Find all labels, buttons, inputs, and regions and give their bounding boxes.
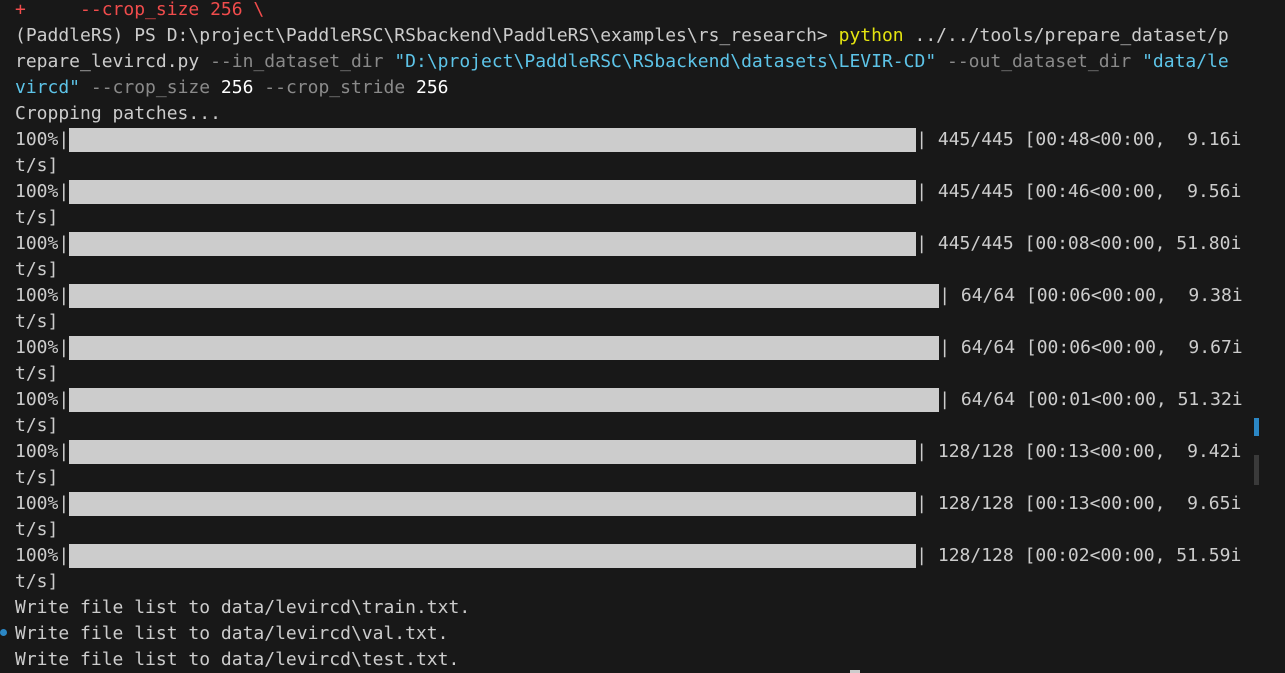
progress-wrap-line: t/s] (15, 519, 59, 540)
flag-crop-size: --crop_size (80, 77, 221, 98)
progress-bar-track (69, 335, 940, 361)
progress-wrap-line: t/s] (15, 259, 59, 280)
progress-row: 100%| | 128/128 [00:13<00:00, 9.42i (15, 439, 1285, 465)
progress-percent: 100%| (15, 441, 70, 462)
value-in-dataset-dir: "D:\project\PaddleRSC\RSbackend\datasets… (394, 51, 937, 72)
continuation-text: --crop_size 256 \ (80, 0, 265, 20)
progress-percent: 100%| (15, 389, 70, 410)
progress-stats: | 128/128 [00:13<00:00, 9.42i (916, 441, 1242, 462)
progress-row: 100%| | 445/445 [00:46<00:00, 9.56i (15, 179, 1285, 205)
progress-row: 100%| | 64/64 [00:01<00:00, 51.32i (15, 387, 1285, 413)
progress-wrap-line: t/s] (15, 415, 59, 436)
write-line-train: Write file list to data/levircd\train.tx… (15, 597, 471, 618)
progress-bar-fill (69, 440, 917, 464)
progress-stats: | 64/64 [00:01<00:00, 51.32i (939, 389, 1243, 410)
progress-bar-track (69, 231, 917, 257)
progress-row: 100%| | 445/445 [00:48<00:00, 9.16i (15, 127, 1285, 153)
progress-stats: | 64/64 [00:06<00:00, 9.38i (939, 285, 1243, 306)
progress-wrap-line: t/s] (15, 207, 59, 228)
progress-wrap-line: t/s] (15, 467, 59, 488)
command-executable: python (838, 25, 904, 46)
progress-stats: | 445/445 [00:46<00:00, 9.56i (916, 181, 1242, 202)
value-crop-size: 256 (220, 77, 254, 98)
progress-percent: 100%| (15, 285, 70, 306)
scrollbar-thumb[interactable] (1254, 455, 1259, 485)
command-script-name: repare_levircd.py (15, 51, 200, 72)
progress-percent: 100%| (15, 493, 70, 514)
status-cropping: Cropping patches... (15, 103, 221, 124)
progress-stats: | 64/64 [00:06<00:00, 9.67i (939, 337, 1243, 358)
progress-stats: | 128/128 [00:02<00:00, 51.59i (916, 545, 1242, 566)
continuation-line: + --crop_size 256 \ (15, 0, 1285, 23)
progress-wrap-line: t/s] (15, 363, 59, 384)
continuation-prompt: + (15, 0, 26, 20)
progress-bar-track (69, 127, 917, 153)
progress-bar-fill (69, 284, 940, 308)
progress-stats: | 445/445 [00:48<00:00, 9.16i (916, 129, 1242, 150)
progress-bar-fill (69, 492, 917, 516)
progress-bar-track (69, 179, 917, 205)
flag-crop-stride: --crop_stride (253, 77, 416, 98)
progress-bar-fill (69, 180, 917, 204)
progress-percent: 100%| (15, 233, 70, 254)
progress-row: 100%| | 128/128 [00:02<00:00, 51.59i (15, 543, 1285, 569)
progress-list: 100%| | 445/445 [00:48<00:00, 9.16i t/s] 10… (15, 127, 1285, 595)
progress-wrap-line: t/s] (15, 571, 59, 592)
progress-row: 100%| | 64/64 [00:06<00:00, 9.38i (15, 283, 1285, 309)
value-crop-stride: 256 (416, 77, 449, 98)
scrollbar-marker[interactable] (1254, 418, 1259, 436)
value-out-dataset-dir-part1: "data/le (1142, 51, 1229, 72)
shell-prompt: (PaddleRS) PS D:\project\PaddleRSC\RSbac… (15, 25, 839, 46)
progress-row: 100%| | 445/445 [00:08<00:00, 51.80i (15, 231, 1285, 257)
progress-percent: 100%| (15, 337, 70, 358)
command-line-2: repare_levircd.py --in_dataset_dir "D:\p… (15, 49, 1285, 75)
progress-bar-fill (69, 128, 917, 152)
progress-bar-fill (69, 388, 940, 412)
command-line-3: vircd" --crop_size 256 --crop_stride 256 (15, 75, 1285, 101)
progress-bar-fill (69, 232, 917, 256)
progress-percent: 100%| (15, 129, 70, 150)
progress-bar-fill (69, 544, 917, 568)
progress-stats: | 128/128 [00:13<00:00, 9.65i (916, 493, 1242, 514)
write-line-test: Write file list to data/levircd\test.txt… (15, 649, 460, 670)
write-line-val: Write file list to data/levircd\val.txt. (15, 623, 449, 644)
progress-wrap-line: t/s] (15, 155, 59, 176)
value-out-dataset-dir-part2: vircd" (15, 77, 81, 98)
progress-wrap-line: t/s] (15, 311, 59, 332)
command-arg-path: ../../tools/prepare_dataset/p (903, 25, 1229, 46)
progress-percent: 100%| (15, 545, 70, 566)
command-line-1: (PaddleRS) PS D:\project\PaddleRSC\RSbac… (15, 23, 1285, 49)
progress-percent: 100%| (15, 181, 70, 202)
command-decoration-dot-icon[interactable] (0, 629, 7, 636)
progress-bar-track (69, 543, 917, 569)
progress-bar-fill (69, 336, 940, 360)
progress-bar-track (69, 387, 940, 413)
progress-bar-track (69, 283, 940, 309)
progress-bar-track (69, 491, 917, 517)
progress-stats: | 445/445 [00:08<00:00, 51.80i (916, 233, 1242, 254)
flag-out-dataset-dir: --out_dataset_dir (936, 51, 1143, 72)
terminal-panel[interactable]: + --crop_size 256 \ (PaddleRS) PS D:\pro… (0, 0, 1285, 673)
progress-bar-track (69, 439, 917, 465)
progress-row: 100%| | 64/64 [00:06<00:00, 9.67i (15, 335, 1285, 361)
progress-row: 100%| | 128/128 [00:13<00:00, 9.65i (15, 491, 1285, 517)
flag-in-dataset-dir: --in_dataset_dir (199, 51, 395, 72)
